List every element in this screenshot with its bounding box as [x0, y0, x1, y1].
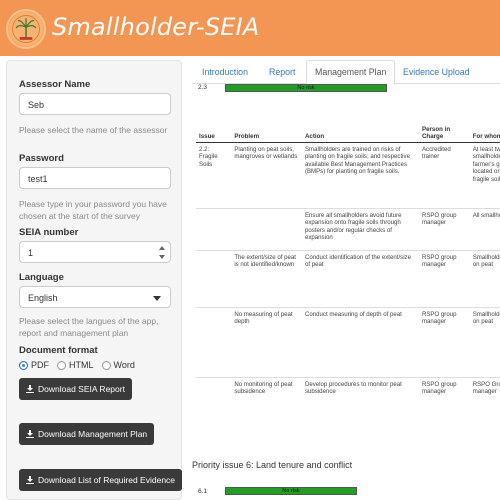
cell-whom: All smallholders: [469, 207, 500, 250]
app-header: Smallholder-SEIA: [0, 0, 500, 56]
format-radio-label: Word: [113, 360, 135, 370]
cell-whom: RSPO Group manager: [469, 376, 500, 427]
risk-level-bar: No risk: [225, 84, 387, 92]
chevron-down-icon: [153, 296, 161, 301]
cell-action: Smallholders are trained on risks of pla…: [301, 141, 419, 208]
seia-number-value: 1: [28, 248, 34, 258]
assessor-name-label: Assessor Name: [19, 79, 91, 90]
cell-action: Develop procedures to monitor peat subsi…: [301, 376, 419, 427]
radio-unselected-icon[interactable]: [57, 360, 66, 370]
priority-issue-heading: Priority issue 6: Land tenure and confli…: [192, 460, 353, 470]
seia-number-label: SEIA number: [19, 227, 79, 238]
download-management-plan-button[interactable]: Download Management Plan: [19, 423, 155, 445]
document-format-radio-group: PDF HTML Word: [19, 360, 135, 370]
cell-problem: No measuring of peat depth: [231, 306, 302, 377]
cell-issue: [196, 207, 232, 250]
cell-person: Accredited trainer: [418, 141, 470, 208]
language-select[interactable]: English: [19, 286, 171, 308]
tab-management-plan[interactable]: Management Plan: [306, 60, 396, 85]
table-row: No monitoring of peat subsidence Develop…: [196, 376, 500, 427]
issue-number: 2.3: [198, 84, 208, 91]
download-evidence-list-button[interactable]: Download List of Required Evidence: [19, 469, 183, 491]
language-selected-value: English: [28, 293, 58, 303]
download-seia-report-label: Download SEIA Report: [38, 384, 125, 394]
column-header-whom: For whom?: [469, 104, 500, 143]
seia-number-input[interactable]: 1: [19, 241, 171, 263]
language-help-text: Please select the langues of the app, re…: [19, 316, 159, 338]
radio-selected-icon[interactable]: [19, 360, 28, 370]
cell-issue: 2.2: Fragile Soils: [196, 141, 232, 208]
cell-issue: [196, 376, 232, 427]
column-header-issue: Issue: [196, 104, 232, 143]
table-row: 2.2: Fragile Soils Planting on peat soil…: [196, 141, 500, 208]
assessor-help-text: Please select the name of the assessor: [19, 125, 168, 135]
table-header-row: Issue Problem Action Person in Charge Fo…: [196, 104, 500, 143]
cell-action: Ensure all smallholders avoid future exp…: [301, 207, 419, 250]
tab-report[interactable]: Report: [269, 60, 295, 84]
download-seia-report-button[interactable]: Download SEIA Report: [19, 378, 132, 400]
cell-person: RSPO group manager: [418, 249, 470, 307]
main-tabs: Introduction Report Management Plan Evid…: [192, 60, 500, 85]
radio-unselected-icon[interactable]: [101, 360, 111, 370]
format-radio-html[interactable]: HTML: [57, 360, 94, 370]
number-spinner-icon[interactable]: [159, 246, 165, 259]
cell-whom: Smallholders located on peat: [469, 249, 500, 307]
language-label: Language: [19, 272, 64, 283]
cell-issue: [196, 249, 232, 307]
app-logo: [6, 9, 46, 49]
management-plan-table: Issue Problem Action Person in Charge Fo…: [196, 104, 500, 427]
tab-introduction[interactable]: Introduction: [202, 60, 248, 84]
format-radio-pdf[interactable]: PDF: [19, 360, 49, 370]
document-format-label: Document format: [19, 345, 98, 356]
column-header-person: Person in Charge: [418, 104, 470, 143]
cell-person: RSPO group manager: [418, 207, 470, 250]
download-icon: [26, 430, 34, 438]
column-header-problem: Problem: [231, 104, 302, 143]
issue-number: 6.1: [198, 488, 208, 495]
download-management-plan-label: Download Management Plan: [38, 429, 148, 439]
sidebar-panel: Assessor Name Seb Please select the name…: [6, 60, 183, 500]
table-row: Ensure all smallholders avoid future exp…: [196, 207, 500, 250]
download-evidence-list-label: Download List of Required Evidence: [38, 475, 176, 485]
cell-person: RSPO group manager: [418, 306, 470, 377]
format-radio-word[interactable]: Word: [101, 360, 135, 370]
column-header-action: Action: [301, 104, 419, 143]
management-plan-content: 2.3 No risk Issue Problem Action Person …: [192, 84, 500, 500]
risk-level-bar: No risk: [225, 487, 357, 495]
cell-problem: [231, 207, 302, 250]
cell-action: Conduct identification of the extent/siz…: [301, 249, 419, 307]
password-input[interactable]: test1: [19, 167, 171, 189]
tab-evidence-upload[interactable]: Evidence Upload: [403, 60, 470, 84]
cell-whom: Smallholders located on peat: [469, 306, 500, 377]
password-help-text: Please type in your password you have ch…: [19, 199, 167, 221]
cell-problem: The extent/size of peat is not identifie…: [231, 249, 302, 307]
cell-action: Conduct measuring of depth of peat: [301, 306, 419, 377]
format-radio-label: PDF: [31, 360, 49, 370]
cell-whom: At least two smallholders per farmer's g…: [469, 141, 500, 208]
download-icon: [26, 385, 34, 393]
table-row: The extent/size of peat is not identifie…: [196, 249, 500, 307]
cell-person: RSPO group manager: [418, 376, 470, 427]
table-row: No measuring of peat depth Conduct measu…: [196, 306, 500, 377]
cell-issue: [196, 306, 232, 377]
cell-problem: Planting on peat soils, mangroves or wet…: [231, 141, 302, 208]
password-label: Password: [19, 153, 64, 164]
format-radio-label: HTML: [69, 360, 94, 370]
cell-problem: No monitoring of peat subsidence: [231, 376, 302, 427]
download-icon: [26, 476, 34, 484]
assessor-name-input[interactable]: Seb: [19, 93, 171, 115]
app-title: Smallholder-SEIA: [52, 13, 260, 41]
